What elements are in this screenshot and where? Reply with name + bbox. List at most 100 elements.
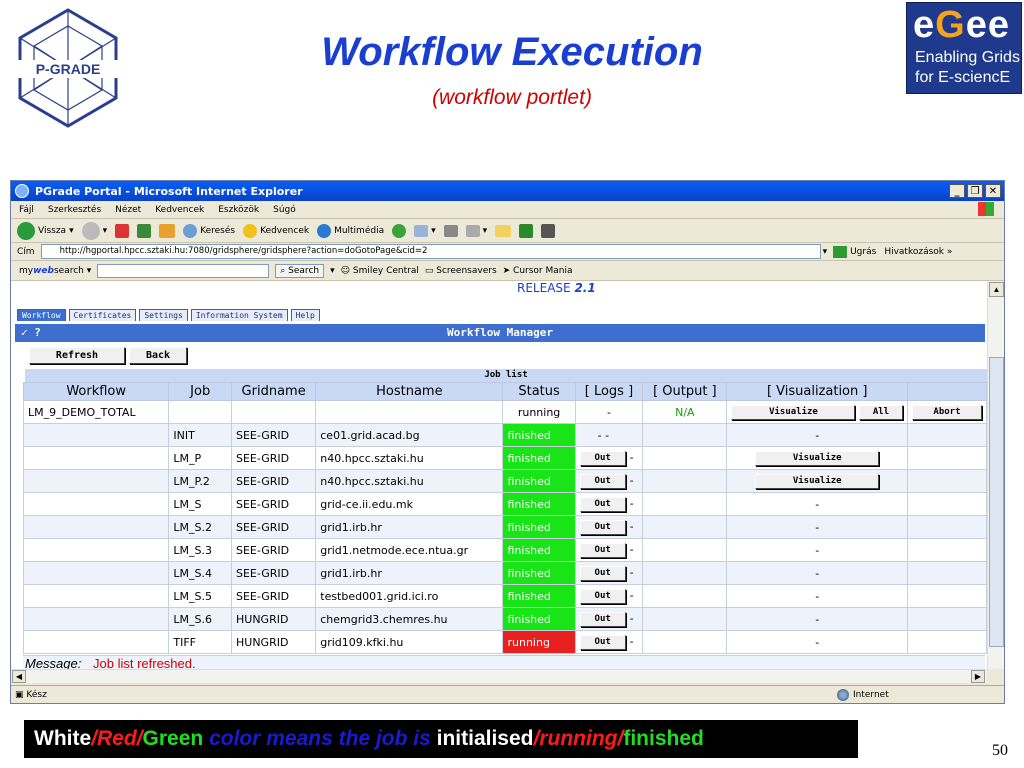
menu-view[interactable]: Nézet	[115, 205, 141, 215]
address-dropdown-icon[interactable]: ▾	[823, 247, 828, 257]
tab-certificates[interactable]: Certificates	[68, 309, 137, 321]
logs-dash: -	[629, 520, 634, 533]
abort-button[interactable]: Abort	[911, 404, 982, 420]
edit-button[interactable]: ▾	[465, 224, 487, 237]
page-status-icon: ▣	[15, 689, 24, 700]
search-button[interactable]: Keresés	[183, 223, 235, 238]
ie-icon	[15, 184, 29, 198]
job-visualization: -	[726, 561, 908, 585]
logs-dash: -	[629, 589, 634, 602]
job-name: LM_P	[168, 446, 232, 470]
links-button[interactable]: Hivatkozások »	[884, 247, 952, 257]
col-logs[interactable]: [ Logs ]	[574, 382, 644, 401]
edit-icon	[465, 224, 480, 237]
table-row: LM_S.4 SEE-GRID grid1.irb.hr finished Out - -	[22, 561, 987, 585]
out-button[interactable]: Out	[579, 565, 626, 581]
web-search-button[interactable]: ⌕ Search	[275, 263, 325, 278]
back-button[interactable]: Vissza ▾	[17, 221, 74, 240]
egee-line1: Enabling Grids	[915, 49, 1020, 66]
close-icon[interactable]: ✕	[985, 184, 1001, 198]
scroll-thumb[interactable]	[989, 357, 1004, 647]
menu-favorites[interactable]: Kedvencek	[155, 205, 204, 215]
job-logs: Out -	[574, 469, 644, 493]
job-output	[642, 515, 728, 539]
stop-button[interactable]	[115, 223, 130, 238]
mail-button[interactable]: ▾	[414, 224, 436, 237]
tab-help[interactable]: Help	[290, 309, 320, 321]
web-search-input[interactable]	[97, 263, 270, 278]
visualize-all-button[interactable]: All	[858, 404, 903, 420]
out-button[interactable]: Out	[579, 473, 626, 489]
out-button[interactable]: Out	[579, 634, 626, 650]
print-icon	[443, 224, 458, 237]
logs-dash: -	[629, 497, 634, 510]
scroll-right-icon[interactable]: ▶	[971, 670, 985, 683]
visualize-job-button[interactable]: Visualize	[755, 473, 880, 489]
visualization-text: -	[815, 589, 820, 603]
visualize-workflow-button[interactable]: Visualize	[731, 404, 856, 420]
menu-edit[interactable]: Szerkesztés	[48, 205, 101, 215]
logs-dash: -	[629, 451, 634, 464]
egee-logo: eGee Enabling Grids for E-sciencE	[906, 2, 1022, 94]
refresh-browser-button[interactable]	[137, 223, 152, 238]
visualize-job-button[interactable]: Visualize	[755, 450, 880, 466]
home-button[interactable]	[159, 223, 176, 238]
research-button[interactable]	[541, 223, 556, 238]
scroll-up-icon[interactable]: ▲	[989, 282, 1004, 297]
screensavers-link[interactable]: ▭ Screensavers	[425, 266, 497, 276]
address-input[interactable]: http://hgportal.hpcc.sztaki.hu:7080/grid…	[40, 244, 821, 259]
workflow-logs: -	[574, 400, 644, 424]
go-button[interactable]: Ugrás	[833, 245, 876, 258]
host-name: grid109.kfki.hu	[315, 630, 504, 654]
refresh-button[interactable]: Refresh	[29, 347, 125, 364]
menu-file[interactable]: Fájl	[19, 205, 34, 215]
search-options-dropdown-icon[interactable]: ▾	[330, 266, 335, 276]
menu-tools[interactable]: Eszközök	[218, 205, 259, 215]
host-name: grid1.netmode.ece.ntua.gr	[315, 538, 504, 562]
back-portal-button[interactable]: Back	[129, 347, 187, 364]
messenger-button[interactable]	[519, 223, 534, 238]
scroll-left-icon[interactable]: ◀	[12, 670, 26, 683]
vertical-scrollbar[interactable]: ▲	[987, 281, 1004, 669]
visualization-text: -	[815, 520, 820, 534]
out-button[interactable]: Out	[579, 611, 626, 627]
job-output	[642, 584, 728, 608]
print-button[interactable]	[443, 224, 458, 237]
back-label: Vissza	[38, 225, 67, 236]
caption-initialised: initialised	[436, 727, 534, 750]
job-visualization: Visualize	[726, 469, 908, 493]
history-button[interactable]	[392, 223, 407, 238]
workflow-cell	[22, 492, 170, 516]
tab-settings[interactable]: Settings	[139, 309, 188, 321]
media-label: Multimédia	[334, 225, 385, 236]
grid-name: SEE-GRID	[230, 561, 317, 585]
grid-name: SEE-GRID	[230, 446, 317, 470]
out-button[interactable]: Out	[579, 588, 626, 604]
restore-icon[interactable]: ❐	[967, 184, 983, 198]
minimize-icon[interactable]: _	[949, 184, 965, 198]
tab-information-system[interactable]: Information System	[190, 309, 288, 321]
menu-help[interactable]: Súgó	[273, 205, 296, 215]
out-button[interactable]: Out	[579, 519, 626, 535]
logs-dash: -	[629, 474, 634, 487]
out-button[interactable]: Out	[579, 496, 626, 512]
horizontal-scrollbar[interactable]: ◀ ▶	[11, 669, 987, 683]
workflow-cell	[22, 630, 170, 654]
col-visualization[interactable]: [ Visualization ]	[726, 382, 908, 401]
media-button[interactable]: Multimédia	[317, 223, 385, 238]
col-hostname: Hostname	[315, 382, 504, 401]
col-output[interactable]: [ Output ]	[642, 382, 728, 401]
smiley-central-link[interactable]: ☺ Smiley Central	[341, 266, 419, 276]
forward-button[interactable]: ▾	[81, 221, 107, 240]
page-number: 50	[992, 742, 1008, 759]
forward-arrow-icon	[81, 221, 100, 240]
tab-workflow[interactable]: Workflow	[17, 309, 66, 321]
cursor-mania-link[interactable]: ➤ Cursor Mania	[503, 266, 573, 276]
security-zone: Internet	[837, 688, 889, 701]
out-button[interactable]: Out	[579, 450, 626, 466]
favorites-button[interactable]: Kedvencek	[243, 223, 309, 238]
out-button[interactable]: Out	[579, 542, 626, 558]
browser-titlebar[interactable]: PGrade Portal - Microsoft Internet Explo…	[11, 181, 1004, 201]
folder-button[interactable]	[495, 224, 512, 237]
table-row: LM_S.6 HUNGRID chemgrid3.chemres.hu finishe…	[22, 607, 987, 631]
